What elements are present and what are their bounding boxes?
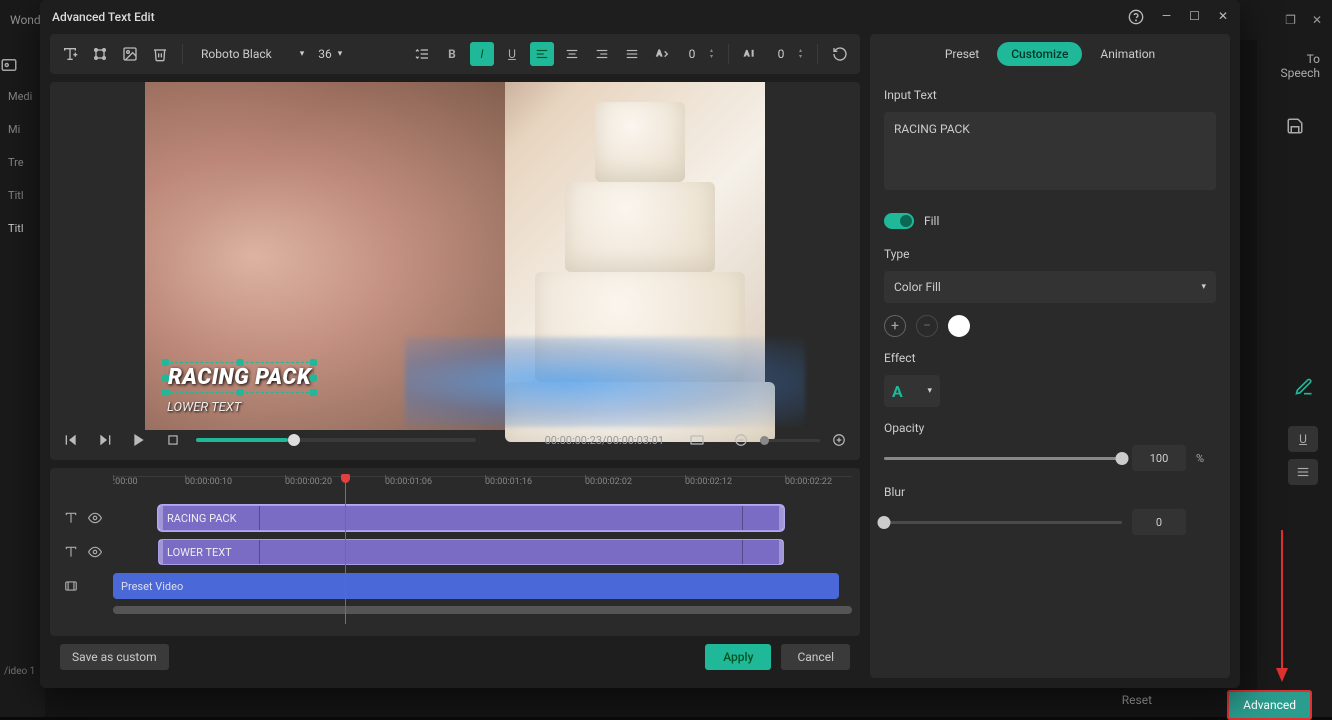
text-track-icon-2 (64, 545, 78, 559)
underline-bg-icon[interactable]: U (1288, 426, 1318, 452)
clip-lower-text[interactable]: LOWER TEXT (158, 539, 784, 565)
add-text-icon[interactable] (58, 42, 82, 66)
spacing-input[interactable] (680, 47, 704, 61)
align-bg-icon[interactable] (1288, 459, 1318, 485)
blur-value[interactable]: 0 (1132, 509, 1186, 535)
zoom-in-icon[interactable] (828, 429, 850, 451)
tab-customize[interactable]: Customize (997, 42, 1082, 66)
advanced-text-edit-modal: Advanced Text Edit — ☐ ✕ Roboto Black▾ 3… (40, 0, 1240, 688)
prev-frame-icon[interactable] (60, 429, 82, 451)
bold-icon[interactable]: B (440, 42, 464, 66)
opacity-slider[interactable] (884, 457, 1122, 460)
bg-sidebar-2[interactable]: Titl (0, 179, 45, 212)
font-size-select[interactable]: 36▾ (318, 47, 358, 61)
align-center-icon[interactable] (560, 42, 584, 66)
input-text-label: Input Text (884, 88, 1216, 102)
bg-media-tab[interactable]: Medi (0, 80, 45, 113)
preview-racing-text[interactable]: RACING PACK (168, 365, 311, 390)
bg-to-speech[interactable]: To Speech (1257, 40, 1332, 92)
delete-icon[interactable] (148, 42, 172, 66)
video-track-icon (64, 579, 78, 593)
italic-icon[interactable]: I (470, 42, 494, 66)
fill-type-select[interactable]: Color Fill ▾ (884, 271, 1216, 303)
kerning-down[interactable]: ▾ (799, 55, 807, 60)
spacing-down[interactable]: ▾ (710, 55, 718, 60)
visibility-icon[interactable] (88, 511, 102, 525)
blur-slider[interactable] (884, 521, 1122, 524)
fill-toggle[interactable] (884, 213, 914, 229)
fill-label: Fill (924, 214, 939, 228)
bg-sidebar-3[interactable]: Titl (0, 212, 45, 245)
bg-close-icon[interactable]: ✕ (1312, 13, 1322, 27)
chevron-down-icon: ▾ (927, 386, 932, 396)
opacity-unit: % (1196, 452, 1216, 465)
opacity-value[interactable]: 100 (1132, 445, 1186, 471)
save-as-custom-button[interactable]: Save as custom (60, 644, 169, 670)
playback-time: 00:00:00:23/00:00:03:01 (545, 434, 664, 447)
save-icon[interactable] (1281, 112, 1309, 140)
visibility-icon-2[interactable] (88, 545, 102, 559)
zoom-slider[interactable] (760, 439, 820, 442)
text-spacing-icon[interactable]: A (650, 42, 674, 66)
preview-canvas[interactable]: RACING PACK LOWER TEXT (50, 82, 860, 460)
color-swatch[interactable] (948, 315, 970, 337)
underline-icon[interactable]: U (500, 42, 524, 66)
svg-text:I: I (752, 49, 754, 58)
clip-preset-video[interactable]: Preset Video (113, 573, 839, 599)
kerning-input[interactable] (769, 47, 793, 61)
bg-sidebar-0[interactable]: Mi (0, 113, 45, 146)
minimize-icon[interactable]: — (1162, 9, 1171, 25)
zoom-out-icon[interactable] (730, 429, 752, 451)
text-track-icon (64, 511, 78, 525)
playback-slider[interactable] (196, 438, 476, 442)
timeline[interactable]: :00:00 00:00:00:10 00:00:00:20 00:00:01:… (50, 468, 860, 636)
refresh-icon[interactable] (828, 42, 852, 66)
align-left-icon[interactable] (530, 42, 554, 66)
font-family-select[interactable]: Roboto Black▾ (193, 43, 312, 65)
close-icon[interactable]: ✕ (1218, 9, 1228, 25)
input-text-area[interactable] (884, 112, 1216, 190)
clip-racing-pack[interactable]: RACING PACK (158, 505, 784, 531)
type-label: Type (884, 247, 1216, 261)
help-icon[interactable] (1128, 9, 1144, 25)
cancel-button[interactable]: Cancel (781, 644, 850, 670)
reset-button[interactable]: Reset (1112, 687, 1162, 713)
text-toolbar: Roboto Black▾ 36▾ B I U A ▴▾ AI ▴▾ (50, 34, 860, 74)
timeline-scrollbar[interactable] (113, 606, 852, 614)
tab-preset[interactable]: Preset (931, 42, 993, 66)
bg-sidebar-1[interactable]: Tre (0, 146, 45, 179)
preview-lower-text[interactable]: LOWER TEXT (167, 400, 241, 415)
maximize-icon[interactable]: ☐ (1189, 9, 1200, 25)
bg-restore-icon[interactable]: ❐ (1285, 13, 1296, 27)
next-frame-icon[interactable] (94, 429, 116, 451)
bg-video-label: /ideo 1 (4, 666, 35, 677)
add-color-button[interactable]: + (884, 315, 906, 337)
timeline-ruler[interactable]: :00:00 00:00:00:10 00:00:00:20 00:00:01:… (113, 476, 852, 504)
align-right-icon[interactable] (590, 42, 614, 66)
text-selection-box[interactable]: RACING PACK (165, 362, 314, 393)
advanced-button[interactable]: Advanced (1227, 690, 1312, 720)
play-icon[interactable] (128, 429, 150, 451)
svg-text:A: A (657, 49, 663, 58)
remove-color-button[interactable]: − (916, 315, 938, 337)
effect-select[interactable]: A ▾ (884, 375, 940, 407)
aspect-icon[interactable] (686, 429, 708, 451)
align-justify-icon[interactable] (620, 42, 644, 66)
image-icon[interactable] (118, 42, 142, 66)
apply-button[interactable]: Apply (705, 644, 771, 670)
effect-label: Effect (884, 351, 1216, 365)
playhead[interactable] (345, 474, 346, 624)
svg-text:A: A (744, 49, 749, 58)
opacity-label: Opacity (884, 421, 1216, 435)
stop-icon[interactable] (162, 429, 184, 451)
kerning-icon[interactable]: AI (739, 42, 763, 66)
transform-icon[interactable] (88, 42, 112, 66)
line-height-icon[interactable] (410, 42, 434, 66)
ai-edit-icon[interactable] (1294, 377, 1314, 397)
tab-animation[interactable]: Animation (1086, 42, 1169, 66)
chevron-down-icon: ▾ (1201, 282, 1206, 292)
blur-label: Blur (884, 485, 1216, 499)
properties-panel: Preset Customize Animation Input Text Fi… (870, 34, 1230, 678)
modal-title: Advanced Text Edit (52, 10, 155, 24)
